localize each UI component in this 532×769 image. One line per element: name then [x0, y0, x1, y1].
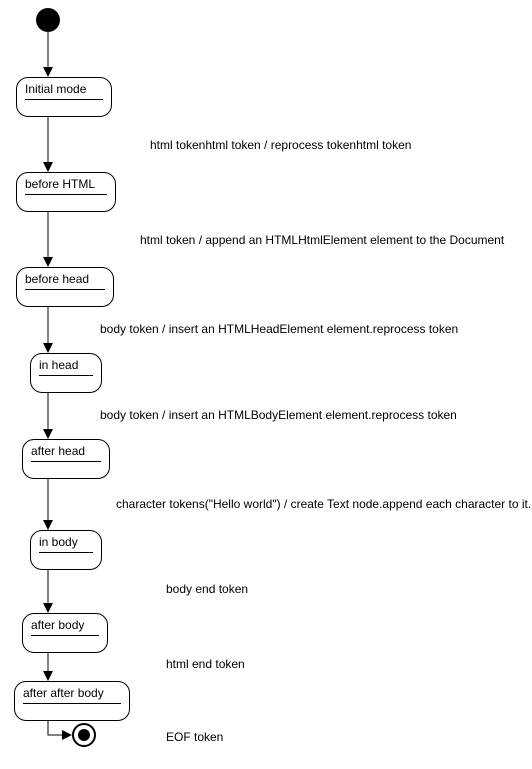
state-label: in head	[39, 358, 93, 375]
transition-label: EOF token	[166, 730, 223, 744]
connector	[47, 393, 49, 439]
state-label: after head	[31, 444, 101, 461]
state-before-html: before HTML	[16, 172, 116, 212]
transition-label: html token / append an HTMLHtmlElement e…	[140, 233, 504, 247]
connector	[47, 212, 49, 267]
transition-label: body token / insert an HTMLBodyElement e…	[100, 408, 457, 422]
connector	[47, 570, 49, 613]
state-label: after after body	[23, 686, 121, 703]
state-label: in body	[39, 535, 93, 552]
state-label: after body	[31, 618, 99, 635]
end-node	[72, 723, 96, 747]
state-after-after-body: after after body	[14, 681, 130, 721]
transition-label: html end token	[166, 657, 245, 671]
state-label: before HTML	[25, 177, 107, 194]
state-after-body: after body	[22, 613, 108, 653]
state-in-head: in head	[30, 353, 102, 393]
transition-label: body end token	[166, 582, 248, 596]
connector	[47, 32, 49, 77]
transition-label: body token / insert an HTMLHeadElement e…	[100, 322, 458, 336]
transition-label: html tokenhtml token / reprocess tokenht…	[150, 138, 411, 152]
connector	[47, 117, 49, 172]
connector	[47, 307, 49, 353]
state-after-head: after head	[22, 439, 110, 479]
state-initial-mode: Initial mode	[16, 77, 112, 117]
state-label: Initial mode	[25, 82, 103, 99]
state-before-head: before head	[16, 267, 114, 307]
connector	[47, 479, 49, 530]
state-in-body: in body	[30, 530, 102, 570]
transition-label: character tokens("Hello world") / create…	[116, 497, 531, 511]
state-label: before head	[25, 272, 105, 289]
start-node	[36, 8, 60, 32]
connector	[47, 653, 49, 681]
